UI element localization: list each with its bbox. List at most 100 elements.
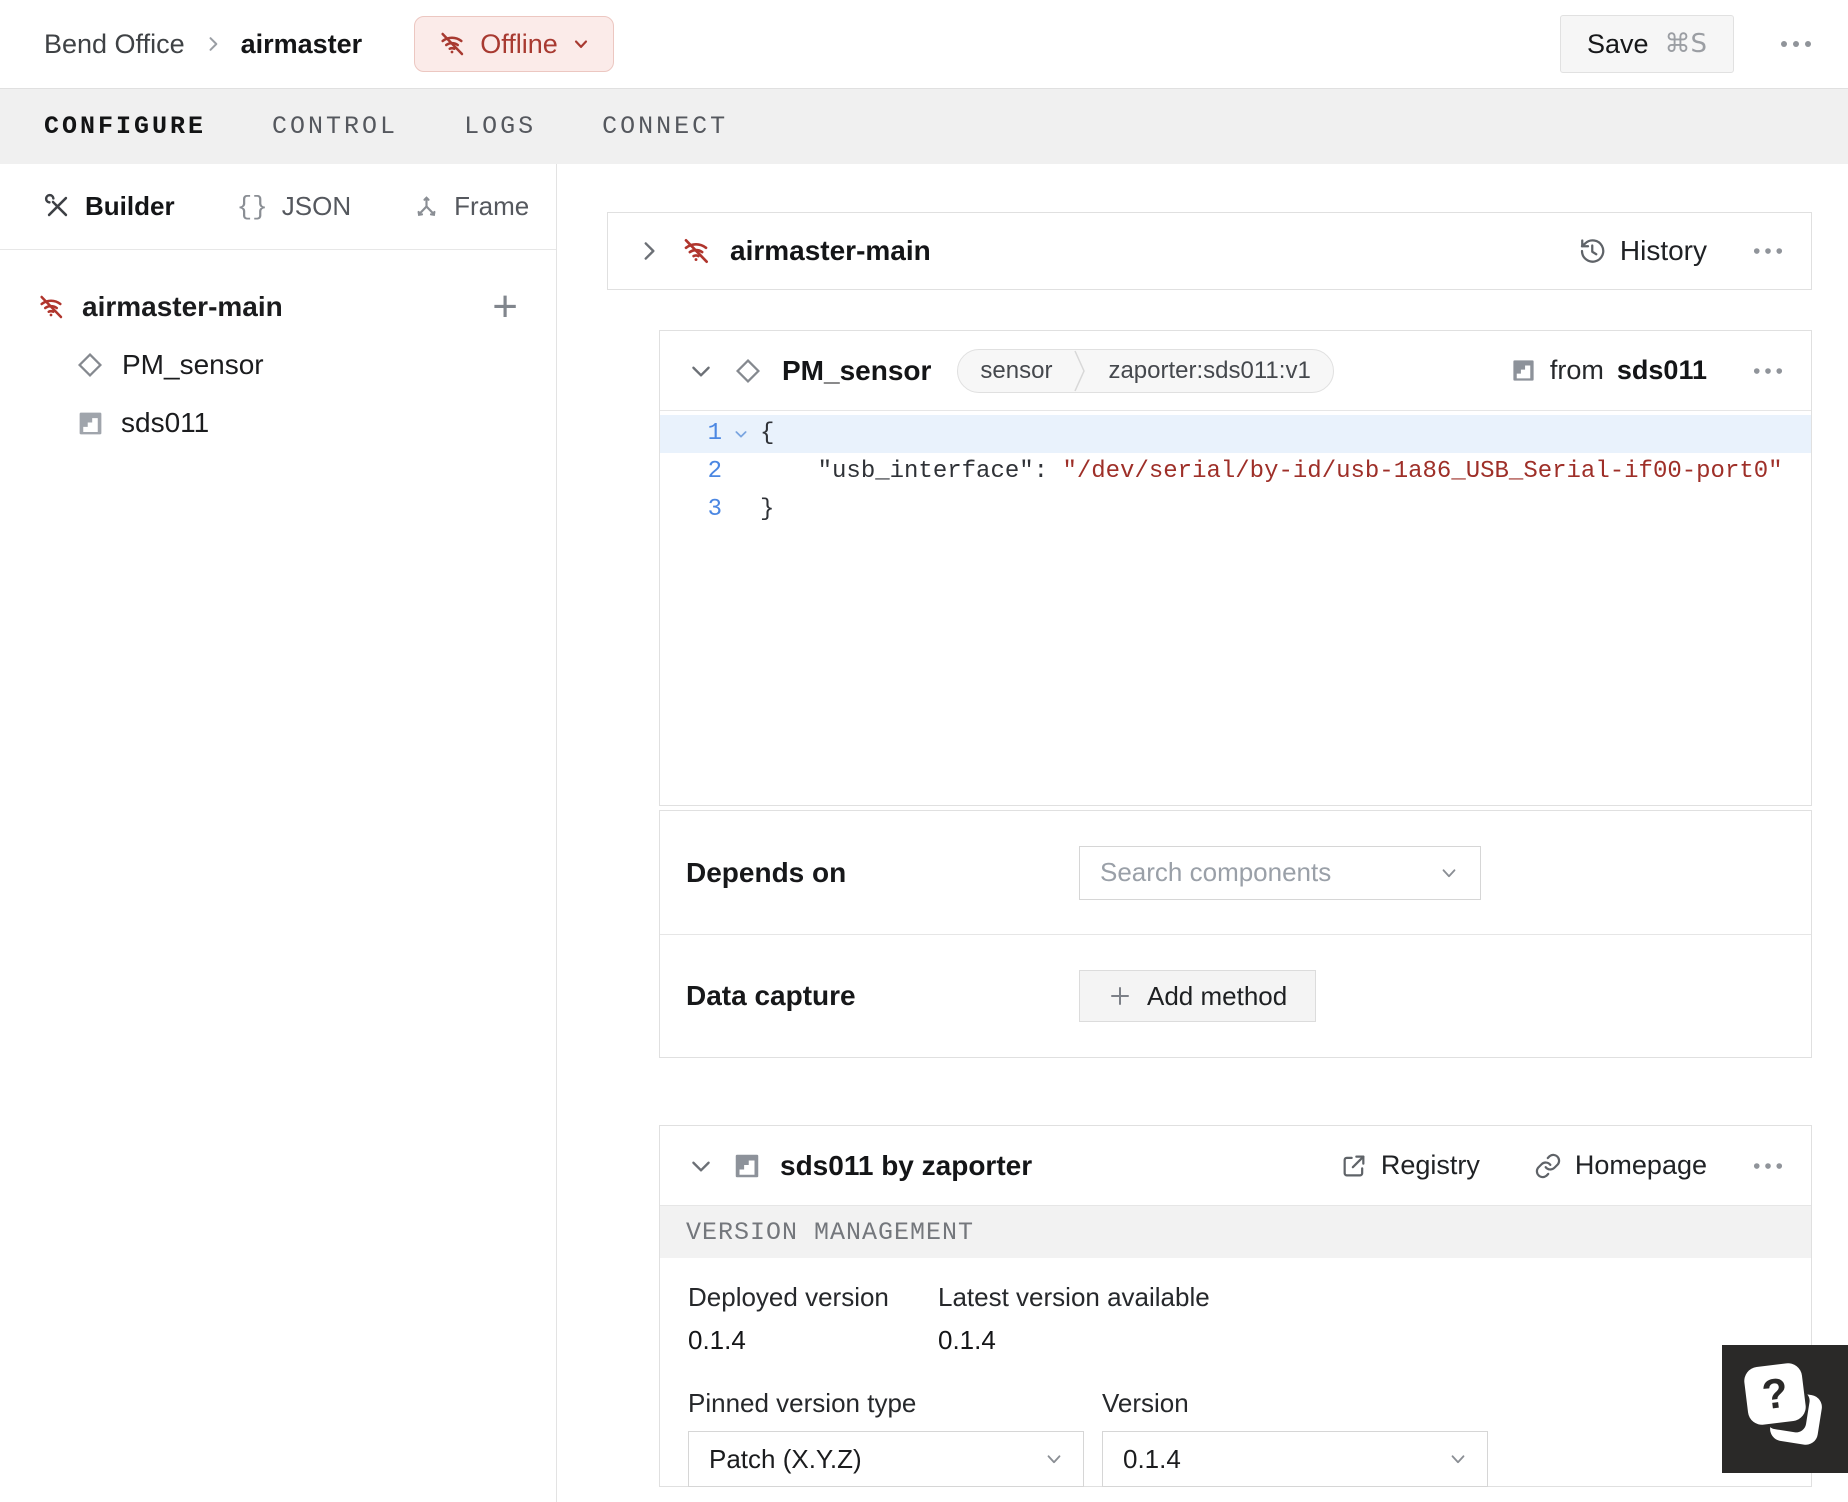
component-type-model-badge: sensor zaporter:sds011:v1: [957, 348, 1334, 393]
version-value: 0.1.4: [1123, 1443, 1181, 1474]
question-mark-icon: ?: [1742, 1361, 1808, 1427]
pinned-version-type-dropdown[interactable]: Patch (X.Y.Z): [688, 1431, 1084, 1487]
depends-on-row: Depends on Search components: [660, 811, 1811, 934]
component-card-header: PM_sensor sensor zaporter:sds011:v1 from…: [660, 331, 1811, 411]
header-overflow-menu-icon[interactable]: [1780, 40, 1812, 48]
pinned-version-type-label: Pinned version type: [688, 1388, 917, 1418]
tab-control[interactable]: CONTROL: [272, 112, 398, 141]
component-card: PM_sensor sensor zaporter:sds011:v1 from…: [659, 330, 1812, 806]
chevron-down-icon: [1451, 1455, 1465, 1464]
depends-on-select[interactable]: Search components: [1079, 845, 1481, 900]
external-link-icon: [1343, 1155, 1365, 1176]
module-card: sds011 by zaporter Registry Homepage VER…: [659, 1125, 1812, 1487]
module-icon: [1513, 360, 1534, 381]
main-tab-bar: CONFIGURE CONTROL LOGS CONNECT: [0, 88, 1848, 164]
tree-item-label: sds011: [121, 407, 210, 438]
depends-on-placeholder: Search components: [1100, 857, 1332, 887]
status-badge-label: Offline: [480, 28, 558, 59]
pinned-version-type-value: Patch (X.Y.Z): [709, 1443, 862, 1474]
wifi-off-icon: [437, 29, 467, 59]
code-key: "usb_interface":: [760, 458, 1049, 485]
wifi-off-icon: [684, 239, 708, 263]
add-method-button[interactable]: Add method: [1079, 970, 1317, 1022]
component-attributes-panel: Depends on Search components Data captur…: [659, 810, 1812, 1058]
machine-part-menu-icon[interactable]: [1753, 247, 1783, 255]
data-capture-row: Data capture Add method: [660, 934, 1811, 1057]
view-mode-switcher: Builder {} JSON Frame: [0, 164, 556, 250]
registry-label: Registry: [1380, 1150, 1480, 1180]
mode-json-label: JSON: [281, 191, 352, 221]
version-dropdown[interactable]: 0.1.4: [1102, 1431, 1488, 1487]
tree-item-label: PM_sensor: [122, 349, 264, 380]
latest-version-value: 0.1.4: [938, 1325, 996, 1355]
tab-configure[interactable]: CONFIGURE: [44, 112, 206, 141]
component-model-badge: zaporter:sds011:v1: [1108, 356, 1311, 384]
module-icon: [735, 1154, 759, 1177]
module-icon: [79, 412, 102, 434]
history-button[interactable]: History: [1577, 235, 1707, 267]
module-title: sds011 by zaporter: [780, 1149, 1033, 1181]
add-component-button[interactable]: +: [492, 285, 518, 329]
top-header: Bend Office airmaster Offline Save ⌘S: [0, 0, 1848, 88]
add-method-label: Add method: [1147, 980, 1288, 1011]
deployed-version-label: Deployed version: [688, 1282, 889, 1312]
breadcrumb-chevron-icon: [203, 34, 223, 54]
chevron-right-icon[interactable]: [636, 238, 662, 264]
line-number: 3: [707, 496, 722, 523]
attributes-json-editor[interactable]: 1 { 2 "usb_interface": "/dev/serial/by-i…: [660, 411, 1811, 806]
from-label: from: [1549, 355, 1604, 385]
machine-status-badge[interactable]: Offline: [414, 16, 614, 72]
deployed-version-value: 0.1.4: [688, 1325, 746, 1355]
registry-link[interactable]: Registry: [1340, 1150, 1480, 1181]
component-type-badge: sensor: [980, 356, 1053, 384]
line-number: 1: [707, 420, 722, 447]
version-label: Version: [1102, 1388, 1189, 1418]
diamond-icon: [735, 358, 761, 383]
mode-frame[interactable]: Frame: [413, 191, 529, 222]
fold-toggle-icon[interactable]: [722, 415, 760, 453]
machine-part-title: airmaster-main: [730, 235, 931, 266]
mode-builder-label: Builder: [85, 191, 175, 221]
component-title: PM_sensor: [782, 354, 932, 386]
save-button[interactable]: Save ⌘S: [1559, 15, 1734, 73]
tab-logs[interactable]: LOGS: [464, 112, 536, 141]
breadcrumb-machine[interactable]: airmaster: [241, 29, 363, 60]
chevron-down-icon[interactable]: [688, 1153, 714, 1179]
code-line-1: 1 {: [660, 415, 1811, 453]
breadcrumb-org[interactable]: Bend Office: [44, 29, 185, 60]
module-menu-icon[interactable]: [1753, 1162, 1783, 1170]
braces-icon: {}: [236, 191, 268, 222]
help-button[interactable]: ?: [1722, 1345, 1848, 1473]
tree-item-pm-sensor[interactable]: PM_sensor: [0, 336, 556, 394]
from-module-link[interactable]: from sds011: [1510, 355, 1707, 386]
history-label: History: [1619, 235, 1707, 266]
mode-builder[interactable]: Builder: [44, 191, 175, 222]
diamond-icon: [77, 352, 103, 378]
tree-item-label: airmaster-main: [82, 291, 283, 322]
chevron-down-icon: [1442, 868, 1456, 877]
tree-item-sds011[interactable]: sds011: [0, 394, 556, 452]
code-string-value: "/dev/serial/by-id/usb-1a86_USB_Serial-i…: [1048, 458, 1783, 485]
link-icon: [1535, 1153, 1561, 1178]
component-tree: airmaster-main + PM_sensor sds011: [0, 250, 556, 452]
component-menu-icon[interactable]: [1753, 367, 1783, 375]
save-button-label: Save: [1586, 28, 1649, 59]
machine-part-card: airmaster-main History: [607, 212, 1812, 290]
tab-connect[interactable]: CONNECT: [602, 112, 728, 141]
code-line-3: 3 }: [660, 491, 1811, 529]
version-management-content: Deployed version 0.1.4 Latest version av…: [660, 1258, 1811, 1487]
axes-icon: [417, 196, 436, 217]
badge-separator: [1074, 350, 1086, 391]
code-line-2: 2 "usb_interface": "/dev/serial/by-id/us…: [660, 453, 1811, 491]
plus-icon: [1111, 987, 1129, 1005]
line-number: 2: [707, 458, 722, 485]
code-text: }: [760, 496, 775, 523]
tree-item-machine[interactable]: airmaster-main +: [0, 278, 556, 336]
chevron-down-icon[interactable]: [688, 358, 714, 384]
data-capture-label: Data capture: [686, 980, 856, 1011]
homepage-link[interactable]: Homepage: [1534, 1150, 1707, 1181]
tools-icon: [44, 193, 68, 217]
mode-json[interactable]: {} JSON: [237, 191, 352, 222]
